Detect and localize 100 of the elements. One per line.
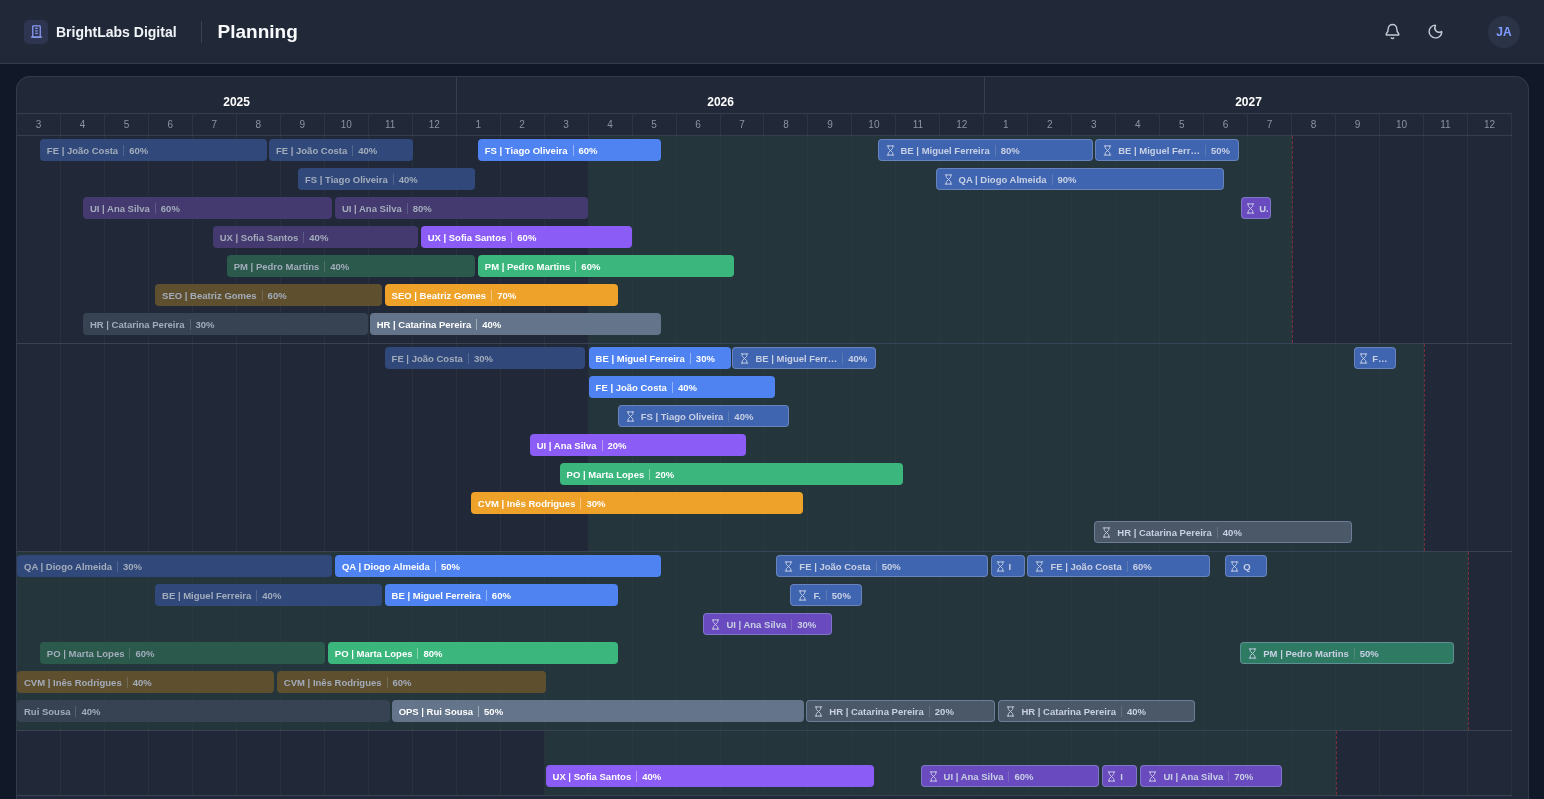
month-label: 7 [1248, 114, 1293, 135]
month-label: 9 [808, 114, 853, 135]
hourglass-icon [624, 410, 636, 422]
hourglass-icon [1005, 705, 1017, 717]
task-bar[interactable]: CVM | Inês Rodrigues 60% [276, 671, 546, 693]
brand-name: BrightLabs Digital [56, 23, 177, 40]
task-bar[interactable]: F… [1354, 347, 1397, 369]
task-bar[interactable]: QA | Diogo Almeida 30% [17, 555, 332, 577]
task-bar[interactable]: SEO | Beatriz Gomes 60% [155, 284, 382, 306]
task-bar[interactable]: HR | Catarina Pereira 40% [998, 700, 1196, 722]
task-bar[interactable]: HR | Catarina Pereira 30% [82, 313, 368, 335]
hourglass-icon [927, 770, 939, 782]
task-bar[interactable]: PO | Marta Lopes 80% [327, 642, 618, 664]
month-label: 8 [236, 114, 281, 135]
task-bar[interactable]: BE | Miguel Ferr… 40% [732, 347, 877, 369]
deadline-line [1336, 731, 1338, 795]
task-bar[interactable]: FE | João Costa 40% [268, 139, 413, 161]
building-icon [24, 19, 48, 44]
month-label: 8 [1292, 114, 1337, 135]
month-label: 6 [676, 114, 721, 135]
task-bar[interactable]: BE | Miguel Ferr… 50% [1095, 139, 1240, 161]
month-label: 5 [632, 114, 677, 135]
month-label: 3 [544, 114, 589, 135]
hourglass-icon [942, 173, 954, 185]
task-bar[interactable]: Rui Sousa 40% [17, 700, 390, 722]
year-label: 2027 [1234, 94, 1263, 111]
task-bar[interactable]: BE | Miguel Ferreira 30% [588, 347, 731, 369]
hourglass-icon [813, 705, 825, 717]
hourglass-icon [1101, 526, 1113, 538]
task-bar[interactable]: QA | Diogo Almeida 90% [935, 168, 1225, 190]
hourglass-icon [1034, 560, 1046, 572]
task-bar[interactable]: FS | Tiago Oliveira 40% [617, 405, 789, 427]
task-bar[interactable]: FS | Tiago Oliveira 40% [297, 168, 476, 190]
month-label: 4 [1116, 114, 1161, 135]
hourglass-icon [710, 618, 722, 630]
task-bar[interactable]: F. 50% [790, 584, 863, 606]
year-label: 2025 [17, 77, 458, 113]
month-label: 2 [1028, 114, 1073, 135]
month-label: 3 [17, 114, 61, 135]
user-avatar[interactable]: JA [1488, 15, 1520, 48]
month-label: 7 [720, 114, 765, 135]
task-bar[interactable]: PM | Pedro Martins 50% [1240, 642, 1454, 664]
page-title: Planning [217, 20, 298, 43]
task-bar[interactable]: PM | Pedro Martins 60% [477, 255, 734, 277]
year-label: 2026 [457, 77, 986, 113]
task-bar[interactable]: PO | Marta Lopes 60% [39, 642, 325, 664]
task-bar[interactable]: OPS | Rui Sousa 50% [391, 700, 805, 722]
task-bar[interactable]: BE | Miguel Ferreira 80% [877, 139, 1094, 161]
task-bar[interactable]: UI | Ana Silva 60% [82, 197, 332, 219]
month-label: 3 [1072, 114, 1117, 135]
task-bar[interactable]: U. [1241, 197, 1272, 219]
task-bar[interactable]: FE | João Costa 40% [588, 376, 776, 398]
month-label: 11 [1424, 114, 1468, 135]
task-bar[interactable]: HR | Catarina Pereira 40% [369, 313, 661, 335]
task-bar[interactable]: UI | Ana Silva 30% [703, 613, 832, 635]
month-label: 8 [764, 114, 809, 135]
task-bar[interactable]: CVM | Inês Rodrigues 30% [470, 492, 803, 514]
task-bar[interactable]: SEO | Beatriz Gomes 70% [384, 284, 618, 306]
task-bar[interactable]: FS | Tiago Oliveira 60% [477, 139, 661, 161]
task-bar[interactable]: FE | João Costa 60% [1027, 555, 1211, 577]
task-bar[interactable]: FE | João Costa 30% [384, 347, 586, 369]
month-label: 1 [456, 114, 501, 135]
month-label: 4 [60, 114, 105, 135]
hourglass-icon [1245, 202, 1257, 214]
task-bar[interactable]: PO | Marta Lopes 20% [559, 463, 904, 485]
task-bar[interactable]: UX | Sofia Santos 60% [420, 226, 633, 248]
task-bar[interactable]: FE | João Costa 60% [39, 139, 267, 161]
task-bar[interactable]: QA | Diogo Almeida 50% [334, 555, 661, 577]
month-label: 12 [940, 114, 985, 135]
month-label: 12 [412, 114, 457, 135]
task-bar[interactable]: UX | Sofia Santos 40% [212, 226, 418, 248]
month-label: 2 [500, 114, 545, 135]
month-label: 4 [588, 114, 633, 135]
hourglass-icon [1247, 647, 1259, 659]
task-bar[interactable]: I [990, 555, 1026, 577]
task-bar[interactable]: Q [1225, 555, 1267, 577]
task-bar[interactable]: HR | Catarina Pereira 40% [1094, 521, 1353, 543]
task-bar[interactable]: BE | Miguel Ferreira 40% [155, 584, 382, 606]
task-bar[interactable]: UI | Ana Silva 70% [1140, 765, 1283, 787]
task-bar[interactable]: UI | Ana Silva 60% [920, 765, 1100, 787]
task-bar[interactable]: I [1102, 765, 1138, 787]
month-label: 12 [1467, 114, 1512, 135]
hourglass-icon [797, 589, 809, 601]
task-bar[interactable]: HR | Catarina Pereira 20% [806, 700, 996, 722]
task-bar[interactable]: UX | Sofia Santos 40% [545, 765, 875, 787]
task-bar[interactable]: UI | Ana Silva 20% [529, 434, 747, 456]
moon-icon[interactable] [1427, 23, 1444, 40]
bell-icon[interactable] [1384, 23, 1401, 40]
task-bar[interactable]: BE | Miguel Ferreira 60% [384, 584, 618, 606]
month-label: 5 [1160, 114, 1205, 135]
hourglass-icon [783, 560, 795, 572]
task-bar[interactable]: PM | Pedro Martins 40% [226, 255, 476, 277]
task-bar[interactable]: CVM | Inês Rodrigues 40% [17, 671, 274, 693]
month-label: 6 [148, 114, 193, 135]
hourglass-icon [994, 560, 1006, 572]
task-bar[interactable]: UI | Ana Silva 80% [334, 197, 589, 219]
hourglass-icon [1147, 770, 1159, 782]
month-label: 9 [1336, 114, 1381, 135]
task-bar[interactable]: FE | João Costa 50% [776, 555, 989, 577]
month-label: 7 [192, 114, 237, 135]
